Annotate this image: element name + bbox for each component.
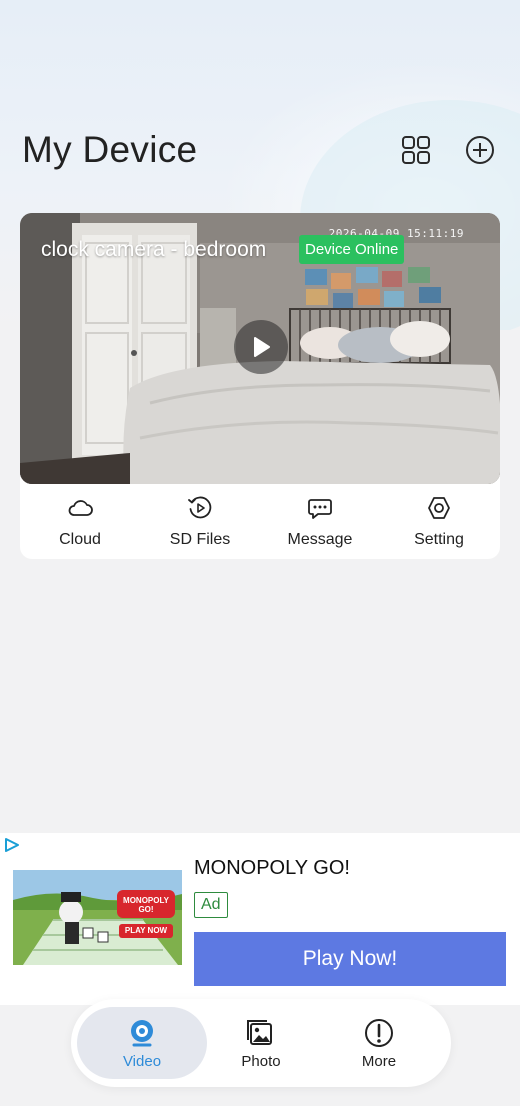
cloud-button[interactable]: Cloud [20, 494, 140, 554]
webcam-icon [131, 1020, 153, 1047]
nav-label-photo: Photo [241, 1053, 281, 1070]
ad-artwork [13, 870, 182, 965]
sd-files-label: SD Files [169, 531, 231, 548]
add-circle-icon [466, 136, 494, 164]
message-button[interactable]: Message [260, 494, 380, 554]
page-header: My Device [22, 128, 502, 172]
ad-banner[interactable]: MONOPOLY GO! PLAY NOW MONOPOLY GO! Ad Pl… [0, 833, 520, 1005]
nav-label-more: More [361, 1053, 397, 1070]
nav-item-photo[interactable]: Photo [196, 1007, 326, 1079]
nav-item-video[interactable]: Video [77, 1007, 207, 1079]
message-label: Message [287, 531, 353, 548]
setting-hexagon-icon [428, 497, 450, 519]
setting-label: Setting [414, 531, 464, 548]
setting-button[interactable]: Setting [379, 494, 499, 554]
play-button[interactable] [234, 320, 288, 374]
message-icon [308, 499, 332, 519]
camera-preview[interactable]: 2026-04-09 15:11:19 clock camera - bedro… [20, 213, 500, 484]
device-card: 2026-04-09 15:11:19 clock camera - bedro… [20, 213, 500, 559]
device-actions: Cloud SD Files Message Setting [20, 484, 500, 559]
cloud-label: Cloud [59, 531, 101, 548]
adchoices-icon[interactable] [3, 837, 21, 853]
ad-badge: Ad [194, 892, 228, 918]
ad-play-now-button[interactable]: Play Now! [194, 932, 506, 986]
nav-item-more[interactable]: More [314, 1007, 444, 1079]
play-icon [254, 337, 270, 357]
ad-image[interactable]: MONOPOLY GO! PLAY NOW [13, 870, 182, 965]
device-name: clock camera - bedroom [41, 238, 267, 261]
bottom-navigation: Video Photo More [71, 999, 451, 1087]
add-device-button[interactable] [462, 132, 498, 168]
ad-image-button-text: PLAY NOW [124, 926, 168, 935]
sd-files-playback-icon [188, 496, 212, 519]
grid-view-icon [402, 136, 430, 164]
ad-image-logo-text: MONOPOLY GO! [123, 896, 169, 914]
status-badge: Device Online [299, 235, 405, 264]
nav-label-video: Video [122, 1053, 162, 1070]
grid-view-button[interactable] [398, 132, 434, 168]
cloud-icon [68, 500, 93, 516]
page-title: My Device [22, 129, 198, 170]
ad-title: MONOPOLY GO! [194, 857, 350, 879]
photo-icon [247, 1020, 272, 1045]
sd-files-button[interactable]: SD Files [140, 494, 260, 554]
info-circle-icon [365, 1019, 393, 1047]
